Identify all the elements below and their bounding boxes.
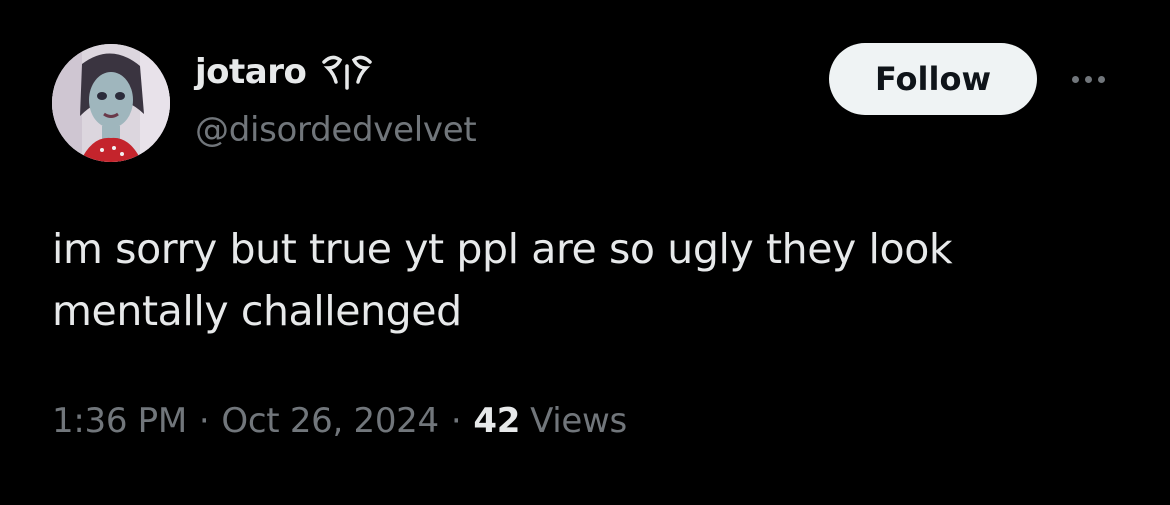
dot	[1084, 75, 1092, 83]
tweet-text: im sorry but true yt ppl are so ugly the…	[52, 225, 953, 335]
tweet-meta: 1:36 PM · Oct 26, 2024 · 42 Views	[52, 401, 627, 441]
dot	[1071, 75, 1079, 83]
author-name-row: jotaro	[195, 52, 376, 92]
author-handle[interactable]: @disordedvelvet	[195, 110, 477, 150]
avatar[interactable]	[52, 44, 170, 162]
winged-symbol-icon	[318, 52, 376, 92]
avatar-image	[52, 44, 170, 162]
tweet-date[interactable]: Oct 26, 2024	[221, 401, 439, 441]
more-options-icon[interactable]	[1062, 62, 1114, 96]
dot	[1097, 75, 1105, 83]
views-count: 42	[473, 401, 521, 441]
author-display-name[interactable]: jotaro	[195, 52, 307, 92]
follow-button[interactable]: Follow	[829, 43, 1037, 115]
views-label: Views	[530, 401, 627, 441]
tweet-time[interactable]: 1:36 PM	[52, 401, 187, 441]
separator: ·	[198, 401, 210, 441]
separator: ·	[450, 401, 462, 441]
